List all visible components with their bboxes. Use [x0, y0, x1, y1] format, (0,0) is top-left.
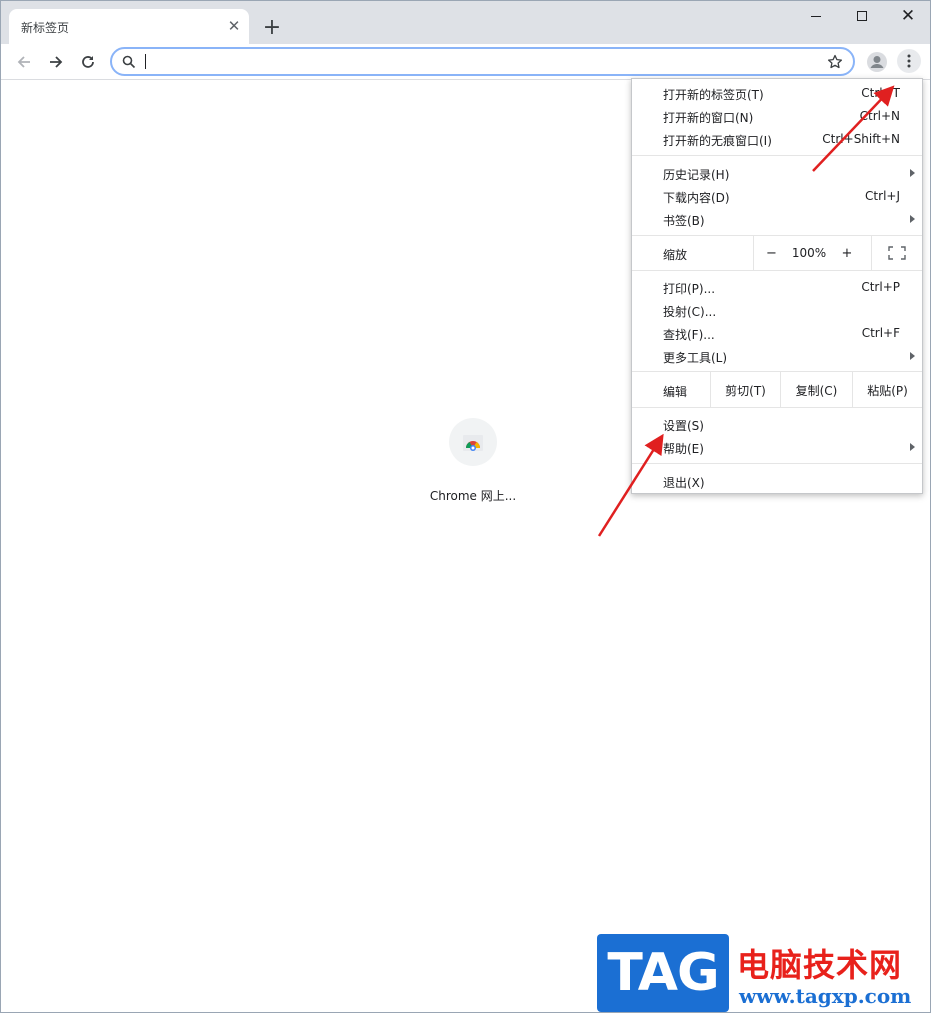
menu-item-label: 查找(F)... [663, 328, 715, 342]
menu-item-label: 打开新的无痕窗口(I) [663, 134, 772, 148]
profile-icon [867, 52, 887, 72]
reload-icon [82, 56, 94, 68]
edit-label: 编辑 [663, 385, 688, 399]
fullscreen-icon [888, 246, 906, 260]
chrome-menu-button[interactable] [897, 49, 921, 73]
menu-item-shortcut: Ctrl+F [861, 326, 900, 340]
menu-item-label: 书签(B) [663, 214, 705, 228]
maximize-button[interactable] [839, 1, 885, 31]
shortcut-label: Chrome 网上... [429, 489, 517, 503]
menu-item-label: 打开新的标签页(T) [663, 88, 764, 102]
watermark-logo: TAG [597, 934, 729, 1012]
menu-item-find[interactable]: 查找(F)... Ctrl+F [632, 322, 922, 345]
menu-separator [632, 155, 922, 156]
submenu-arrow-icon [910, 443, 915, 451]
forward-button[interactable] [43, 49, 69, 75]
maximize-icon [857, 11, 867, 21]
menu-item-shortcut: Ctrl+Shift+N [822, 132, 900, 146]
address-input[interactable] [144, 52, 824, 71]
minimize-icon [811, 15, 821, 17]
close-window-button[interactable]: ✕ [885, 1, 931, 31]
menu-item-shortcut: Ctrl+P [861, 280, 900, 294]
zoom-label: 缩放 [663, 248, 688, 262]
menu-item-label: 设置(S) [663, 419, 704, 433]
back-button[interactable] [11, 49, 37, 75]
menu-item-new-tab[interactable]: 打开新的标签页(T) Ctrl+T [632, 82, 922, 105]
kebab-menu-icon [907, 54, 911, 68]
tab-title: 新标签页 [21, 21, 70, 35]
menu-item-label: 下载内容(D) [663, 191, 730, 205]
text-caret [145, 54, 146, 69]
browser-window: 新标签页 ✕ + ✕ Chrome 网上... 打开新的标签页(T) Ctrl+… [0, 0, 931, 1013]
menu-item-settings[interactable]: 设置(S) [632, 413, 922, 436]
menu-zoom-row: 缩放 − 100% + [632, 236, 922, 270]
menu-item-cast[interactable]: 投射(C)... [632, 299, 922, 322]
menu-item-label: 退出(X) [663, 476, 705, 490]
watermark: TAG 电脑技术网 www.tagxp.com [597, 934, 930, 1012]
menu-item-shortcut: Ctrl+J [865, 189, 900, 203]
tab-strip: 新标签页 ✕ + ✕ [1, 1, 930, 44]
chrome-menu: 打开新的标签页(T) Ctrl+T 打开新的窗口(N) Ctrl+N 打开新的无… [631, 78, 923, 494]
forward-icon [50, 56, 63, 68]
menu-item-shortcut: Ctrl+N [859, 109, 900, 123]
menu-item-new-incognito[interactable]: 打开新的无痕窗口(I) Ctrl+Shift+N [632, 128, 922, 151]
menu-item-exit[interactable]: 退出(X) [632, 470, 922, 493]
reload-button[interactable] [75, 49, 101, 75]
submenu-arrow-icon [910, 169, 915, 177]
menu-item-label: 投射(C)... [663, 305, 717, 319]
close-icon: ✕ [900, 5, 916, 26]
zoom-out-button[interactable]: − [753, 236, 789, 270]
bookmark-star-button[interactable] [825, 52, 845, 72]
shortcut-icon-circle [449, 418, 497, 466]
menu-separator [632, 407, 922, 408]
watermark-logo-text: TAG [607, 943, 719, 1003]
zoom-in-button[interactable]: + [832, 236, 862, 270]
tab-new-tab[interactable]: 新标签页 ✕ [9, 9, 249, 44]
cut-button[interactable]: 剪切(T) [710, 372, 780, 408]
submenu-arrow-icon [910, 215, 915, 223]
toolbar [1, 44, 930, 80]
menu-item-print[interactable]: 打印(P)... Ctrl+P [632, 276, 922, 299]
tab-close-icon[interactable]: ✕ [225, 17, 243, 35]
menu-item-help[interactable]: 帮助(E) [632, 436, 922, 459]
minimize-button[interactable] [793, 1, 839, 31]
menu-item-more-tools[interactable]: 更多工具(L) [632, 345, 922, 368]
paste-button[interactable]: 粘贴(P) [852, 372, 922, 408]
new-tab-button[interactable]: + [259, 14, 285, 40]
copy-button[interactable]: 复制(C) [780, 372, 852, 408]
star-icon [827, 54, 843, 69]
menu-item-bookmarks[interactable]: 书签(B) [632, 208, 922, 231]
watermark-url: www.tagxp.com [739, 984, 912, 1008]
fullscreen-button[interactable] [871, 236, 922, 270]
menu-separator [632, 270, 922, 271]
menu-item-label: 打开新的窗口(N) [663, 111, 754, 125]
menu-item-label: 帮助(E) [663, 442, 704, 456]
menu-item-new-window[interactable]: 打开新的窗口(N) Ctrl+N [632, 105, 922, 128]
submenu-arrow-icon [910, 352, 915, 360]
omnibox[interactable] [110, 47, 855, 76]
watermark-title: 电脑技术网 [737, 946, 903, 984]
zoom-level: 100% [791, 246, 827, 260]
menu-item-shortcut: Ctrl+T [861, 86, 900, 100]
menu-item-label: 打印(P)... [663, 282, 716, 296]
menu-edit-row: 编辑 剪切(T) 复制(C) 粘贴(P) [632, 372, 922, 408]
profile-button[interactable] [865, 50, 889, 74]
back-icon [17, 56, 30, 68]
menu-separator [632, 463, 922, 464]
menu-item-label: 更多工具(L) [663, 351, 728, 365]
menu-item-history[interactable]: 历史记录(H) [632, 162, 922, 185]
search-icon [122, 55, 136, 69]
chrome-web-store-icon [463, 435, 483, 451]
menu-item-downloads[interactable]: 下载内容(D) Ctrl+J [632, 185, 922, 208]
shortcut-tile[interactable]: Chrome 网上... [421, 417, 525, 517]
menu-item-label: 历史记录(H) [663, 168, 730, 182]
